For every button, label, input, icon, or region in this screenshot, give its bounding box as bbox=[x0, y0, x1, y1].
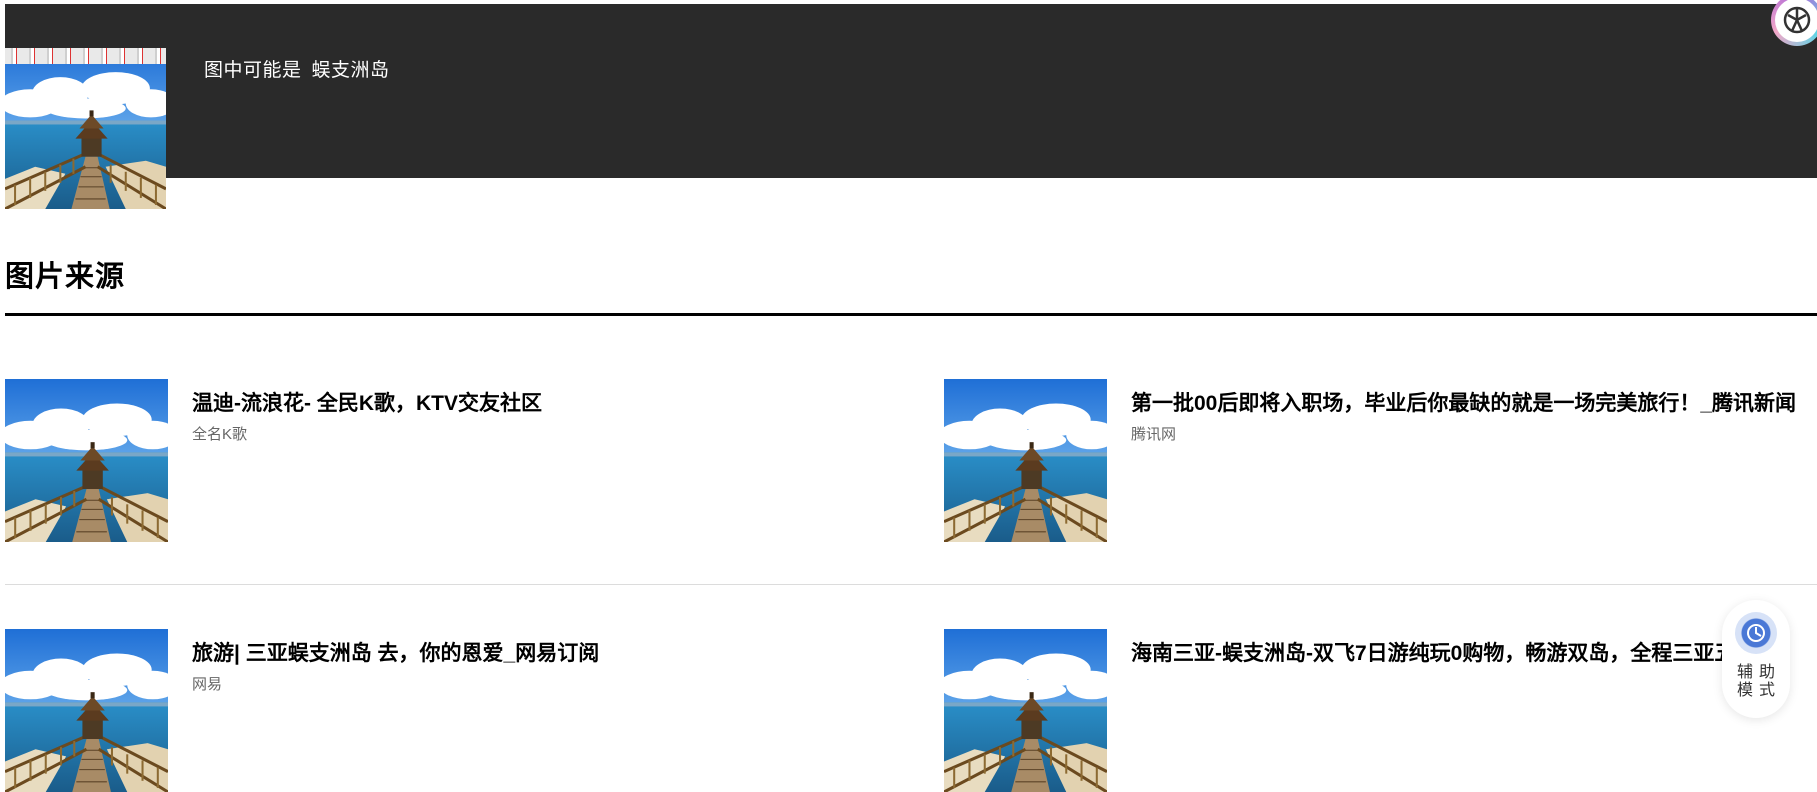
pier-image bbox=[944, 379, 1107, 542]
result-thumbnail[interactable] bbox=[944, 379, 1107, 542]
result-source: 网易 bbox=[192, 676, 223, 693]
result-title[interactable]: 温迪-流浪花- 全民K歌，KTV交友社区 bbox=[192, 387, 542, 417]
query-image-thumbnail[interactable] bbox=[5, 48, 166, 209]
caption-prefix: 图中可能是 bbox=[204, 60, 302, 81]
pier-image bbox=[5, 629, 168, 792]
image-guess-caption: 图中可能是 蜈支洲岛 bbox=[204, 55, 400, 82]
pier-image bbox=[5, 48, 166, 209]
result-thumbnail[interactable] bbox=[5, 379, 168, 542]
result-card[interactable]: 海南三亚-蜈支洲岛-双飞7日游纯玩0购物，畅游双岛，全程三亚五星海 bbox=[944, 629, 1817, 792]
result-card[interactable]: 旅游| 三亚蜈支洲岛 去，你的恩爱_网易订阅 网易 bbox=[5, 629, 905, 792]
result-title[interactable]: 第一批00后即将入职场，毕业后你最缺的就是一场完美旅行！_腾讯新闻 bbox=[1131, 387, 1796, 417]
app-logo-glyph bbox=[1783, 6, 1811, 34]
screenshot-toolbar-strip bbox=[5, 48, 166, 64]
result-thumbnail[interactable] bbox=[5, 629, 168, 792]
result-thumbnail[interactable] bbox=[944, 629, 1107, 792]
accessibility-icon bbox=[1735, 612, 1777, 654]
pier-image bbox=[5, 379, 168, 542]
section-title: 图片来源 bbox=[5, 261, 126, 293]
lens-header bbox=[5, 4, 1817, 178]
assist-mode-button[interactable]: 辅助模式 bbox=[1722, 600, 1790, 718]
result-card[interactable]: 第一批00后即将入职场，毕业后你最缺的就是一场完美旅行！_腾讯新闻 腾讯网 bbox=[944, 379, 1817, 542]
result-card[interactable]: 温迪-流浪花- 全民K歌，KTV交友社区 全名K歌 bbox=[5, 379, 905, 542]
result-title[interactable]: 海南三亚-蜈支洲岛-双飞7日游纯玩0购物，畅游双岛，全程三亚五星海 bbox=[1131, 637, 1777, 667]
assist-mode-label: 辅助模式 bbox=[1736, 664, 1781, 699]
row-divider bbox=[5, 584, 1817, 585]
pier-image bbox=[944, 629, 1107, 792]
result-source: 腾讯网 bbox=[1131, 426, 1177, 443]
section-divider bbox=[5, 313, 1817, 316]
result-title[interactable]: 旅游| 三亚蜈支洲岛 去，你的恩爱_网易订阅 bbox=[192, 637, 599, 667]
accessibility-glyph bbox=[1747, 624, 1765, 642]
result-source: 全名K歌 bbox=[192, 426, 248, 443]
caption-entity[interactable]: 蜈支洲岛 bbox=[312, 60, 390, 81]
